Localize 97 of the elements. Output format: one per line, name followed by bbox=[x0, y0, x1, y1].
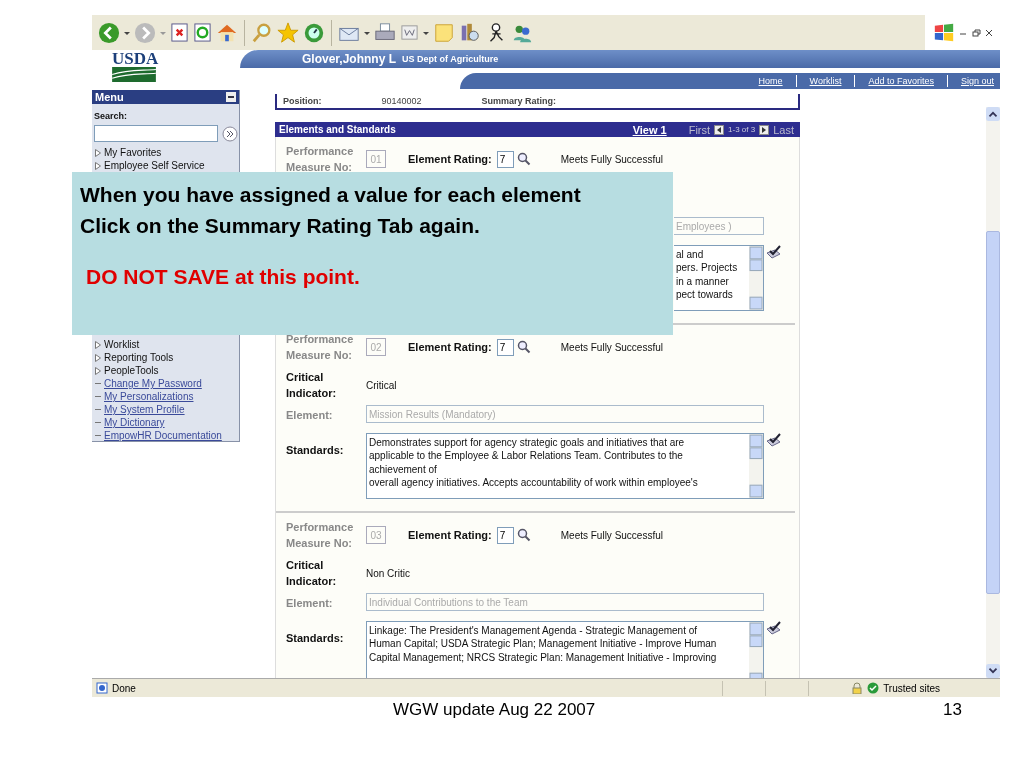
critical-value: Critical bbox=[366, 379, 397, 391]
search-field[interactable] bbox=[94, 125, 218, 142]
menu-item[interactable]: My Personalizations bbox=[104, 391, 194, 402]
lookup-icon[interactable] bbox=[516, 528, 531, 542]
measure-number: 03 bbox=[366, 526, 386, 544]
scroll-down-icon[interactable] bbox=[986, 664, 1000, 678]
restore-icon[interactable] bbox=[971, 27, 981, 38]
rating-field[interactable]: 7 bbox=[496, 338, 514, 356]
nav-link[interactable]: Add to Favorites bbox=[855, 76, 947, 86]
slide-caption: WGW update Aug 22 2007 bbox=[393, 700, 596, 720]
logo-fields-icon bbox=[112, 67, 156, 82]
star-icon[interactable] bbox=[277, 21, 299, 44]
critical-value: Non Critic bbox=[366, 567, 410, 579]
last-link[interactable]: Last bbox=[773, 123, 794, 136]
nav-link[interactable]: Home bbox=[745, 76, 796, 86]
scrollbar-icon[interactable] bbox=[749, 246, 763, 310]
dropdown-icon[interactable] bbox=[423, 29, 429, 36]
windows-logo-icon bbox=[933, 21, 955, 44]
status-text: Done bbox=[112, 682, 136, 694]
position-value: 90140002 bbox=[381, 96, 422, 106]
menu-item[interactable]: My System Profile bbox=[104, 404, 185, 415]
callout-text: When you have assigned a value for each element Click on the Summary Rating Tab again. bbox=[80, 182, 582, 239]
rating-label: Element Rating: bbox=[408, 341, 492, 353]
scroll-thumb[interactable] bbox=[986, 231, 1000, 594]
page-icon bbox=[96, 682, 108, 694]
critical-label: Critical Indicator: bbox=[286, 558, 338, 589]
measure-label: Performance Measure No: bbox=[286, 332, 355, 363]
position-label: Position: bbox=[283, 96, 322, 106]
menu-item[interactable]: EmpowHR Documentation bbox=[104, 430, 222, 441]
rating-description: Meets Fully Successful bbox=[560, 153, 663, 165]
element-label: Element: bbox=[286, 596, 333, 609]
scrollbar[interactable] bbox=[986, 107, 1000, 678]
standards-text: Demonstrates support for agency strategic goals and initiatives that are applicable to the Employee & Labor Relations Team. Contributes to the achievement of overall agency initiatives. Accepts accountability of work within employee's bbox=[368, 436, 699, 490]
page-range: 1-3 of 3 bbox=[728, 125, 756, 134]
section-title: Elements and Standards bbox=[279, 124, 396, 135]
back-icon[interactable] bbox=[98, 21, 120, 44]
scroll-up-icon[interactable] bbox=[986, 107, 1000, 121]
standards-textarea[interactable] bbox=[366, 621, 764, 678]
search-icon[interactable] bbox=[251, 21, 273, 44]
standards-label: Standards: bbox=[286, 632, 344, 644]
warning-text: DO NOT SAVE at this point. bbox=[86, 265, 361, 289]
rating-field[interactable]: 7 bbox=[496, 526, 514, 544]
page-number: 13 bbox=[943, 700, 962, 720]
zone-text: Trusted sites bbox=[883, 682, 940, 694]
go-icon[interactable] bbox=[222, 125, 238, 142]
menu-item[interactable]: PeopleTools bbox=[104, 365, 159, 376]
summary-rating-label: Summary Rating: bbox=[481, 96, 557, 106]
spellcheck-icon[interactable] bbox=[765, 433, 781, 447]
first-link[interactable]: First bbox=[688, 123, 711, 136]
nav-link[interactable]: Sign out bbox=[947, 76, 994, 86]
rating-field[interactable]: 7 bbox=[496, 150, 514, 168]
rating-label: Element Rating: bbox=[408, 529, 492, 541]
lock-icon bbox=[851, 682, 864, 694]
view-link[interactable]: View 1 bbox=[632, 123, 667, 136]
dropdown-icon[interactable] bbox=[364, 29, 370, 36]
scrollbar-icon[interactable] bbox=[749, 434, 763, 498]
measure-number: 01 bbox=[366, 150, 386, 168]
measure-number: 02 bbox=[366, 338, 386, 356]
rating-description: Meets Fully Successful bbox=[560, 341, 663, 353]
stop-icon[interactable] bbox=[170, 23, 189, 42]
collapse-icon[interactable] bbox=[226, 92, 236, 102]
spellcheck-icon[interactable] bbox=[765, 621, 781, 635]
refresh-icon[interactable] bbox=[193, 23, 212, 42]
user-name: Glover,Johnny L bbox=[302, 52, 397, 66]
lookup-icon[interactable] bbox=[516, 152, 531, 166]
measure-label: Performance Measure No: bbox=[286, 520, 355, 551]
search-label: Search: bbox=[94, 111, 129, 121]
menu-title: Menu bbox=[95, 91, 124, 103]
standards-text: al and pers. Projects in a manner pect towards bbox=[675, 248, 739, 302]
standards-text: Linkage: The President's Management Agenda - Strategic Management of Human Capital; USDA Strategic Plan; Management Initiative - Improve Human Capital Management; NRCS Strategic Plan: Management Initiative - Improving bbox=[368, 624, 718, 665]
dropdown-icon[interactable] bbox=[124, 29, 130, 36]
element-label: Element: bbox=[286, 408, 333, 421]
menu-item[interactable]: My Favorites bbox=[104, 147, 162, 158]
history-icon[interactable] bbox=[303, 21, 325, 44]
standards-label: Standards: bbox=[286, 444, 344, 456]
measure-label: Performance Measure No: bbox=[286, 144, 355, 175]
standards-textarea[interactable] bbox=[366, 433, 764, 499]
books-icon[interactable] bbox=[459, 21, 481, 44]
menu-item[interactable]: My Dictionary bbox=[104, 417, 165, 428]
rating-label: Element Rating: bbox=[408, 153, 492, 165]
org-name: US Dept of Agriculture bbox=[402, 54, 499, 64]
scrollbar-icon[interactable] bbox=[749, 622, 763, 678]
critical-label: Critical Indicator: bbox=[286, 370, 338, 401]
logo-text: USDA bbox=[112, 50, 159, 67]
close-icon[interactable] bbox=[984, 27, 994, 38]
menu-item[interactable]: Change My Password bbox=[104, 378, 202, 389]
menu-item[interactable]: Employee Self Service bbox=[104, 160, 205, 171]
spellcheck-icon[interactable] bbox=[765, 245, 781, 259]
next-icon[interactable] bbox=[759, 124, 770, 135]
check-icon bbox=[867, 682, 880, 694]
menu-item[interactable]: Worklist bbox=[104, 339, 140, 350]
lookup-icon[interactable] bbox=[516, 340, 531, 354]
nav-link[interactable]: Worklist bbox=[796, 76, 855, 86]
rating-description: Meets Fully Successful bbox=[560, 529, 663, 541]
standards-textarea[interactable]: al and pers. Projects in a manner pect towards bbox=[674, 245, 764, 311]
menu-item[interactable]: Reporting Tools bbox=[104, 352, 174, 363]
previous-icon[interactable] bbox=[714, 124, 725, 135]
